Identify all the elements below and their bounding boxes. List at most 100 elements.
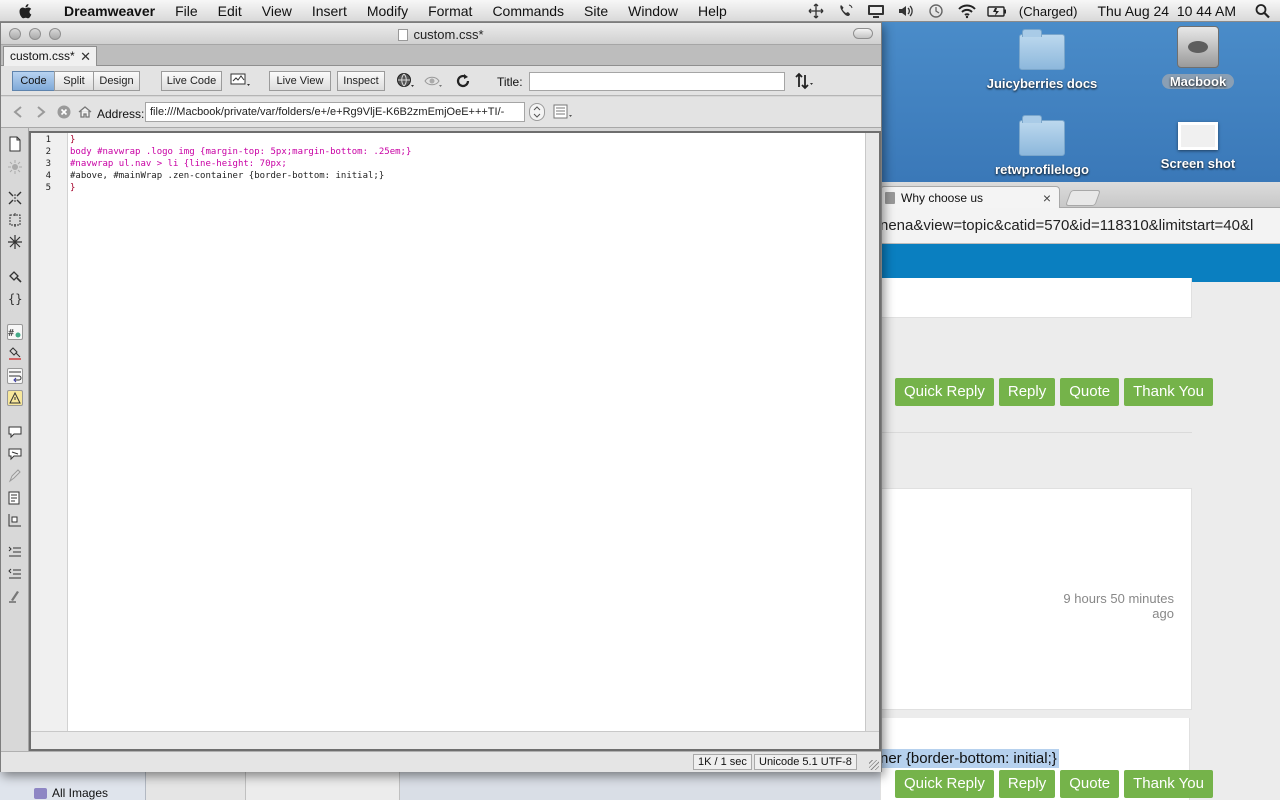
split-view-button[interactable]: Split bbox=[54, 71, 94, 91]
browser-url-bar[interactable]: nena&view=topic&catid=570&id=118310&limi… bbox=[880, 208, 1280, 244]
wifi-icon[interactable] bbox=[957, 3, 976, 19]
svg-text:#: # bbox=[8, 328, 14, 339]
indent-code-icon[interactable] bbox=[7, 544, 23, 560]
menu-insert[interactable]: Insert bbox=[302, 0, 357, 22]
reply-button[interactable]: Reply bbox=[998, 378, 1056, 406]
code-view-button[interactable]: Code bbox=[12, 71, 55, 91]
battery-status[interactable]: (Charged) bbox=[1019, 4, 1078, 19]
document-toolbar: Code Split Design Live Code Live View In… bbox=[1, 66, 881, 96]
menubar-clock[interactable]: Thu Aug 24 10 44 AM bbox=[1097, 3, 1236, 19]
address-input[interactable]: file:///Macbook/private/var/folders/e+/e… bbox=[145, 102, 525, 122]
menu-commands[interactable]: Commands bbox=[482, 0, 574, 22]
time-machine-icon[interactable] bbox=[927, 3, 945, 19]
thank-you-button[interactable]: Thank You bbox=[1124, 378, 1213, 406]
back-arrow-icon[interactable] bbox=[11, 104, 29, 122]
document-tab[interactable]: custom.css* ✕ bbox=[3, 46, 97, 66]
browser-tab[interactable]: Why choose us × bbox=[880, 186, 1060, 208]
menu-app-dreamweaver[interactable]: Dreamweaver bbox=[54, 0, 165, 22]
phone-icon[interactable] bbox=[837, 3, 855, 19]
close-tab-icon[interactable]: × bbox=[1043, 190, 1051, 206]
page-favicon-icon bbox=[885, 191, 895, 204]
wrap-tag-icon[interactable] bbox=[7, 468, 23, 484]
post-actions: Quick Reply Reply Quote Thank You bbox=[895, 770, 1213, 798]
recent-snippets-icon[interactable] bbox=[7, 490, 23, 506]
select-parent-tag-icon[interactable] bbox=[7, 268, 23, 284]
menu-modify[interactable]: Modify bbox=[357, 0, 418, 22]
collapse-selection-icon[interactable] bbox=[7, 212, 23, 228]
menu-site[interactable]: Site bbox=[574, 0, 618, 22]
volume-icon[interactable] bbox=[897, 3, 915, 19]
remove-comment-icon[interactable] bbox=[7, 446, 23, 462]
toolbar-toggle-button[interactable] bbox=[853, 28, 873, 39]
code-line[interactable]: } bbox=[70, 182, 75, 194]
apply-comment-icon[interactable] bbox=[7, 424, 23, 440]
desktop-icon-retwprofilelogo[interactable]: retwprofilelogo bbox=[982, 115, 1102, 177]
highlight-invalid-code-icon[interactable] bbox=[7, 346, 23, 362]
balance-braces-icon[interactable]: {} bbox=[7, 290, 23, 306]
quick-reply-button[interactable]: Quick Reply bbox=[895, 770, 994, 798]
word-wrap-icon[interactable] bbox=[7, 368, 23, 384]
close-document-icon[interactable]: ✕ bbox=[80, 47, 91, 66]
syntax-error-alerts-icon[interactable] bbox=[7, 390, 23, 406]
quote-button[interactable]: Quote bbox=[1060, 378, 1120, 406]
code-line[interactable]: #above, #mainWrap .zen-container {border… bbox=[70, 170, 384, 182]
live-code-button[interactable]: Live Code bbox=[161, 71, 222, 91]
spotlight-search-icon[interactable] bbox=[1254, 3, 1272, 19]
reply-button[interactable]: Reply bbox=[998, 770, 1056, 798]
resize-grip-icon[interactable] bbox=[869, 760, 879, 770]
menu-file[interactable]: File bbox=[165, 0, 208, 22]
new-tab-button[interactable] bbox=[1065, 190, 1101, 206]
menu-edit[interactable]: Edit bbox=[208, 0, 252, 22]
post-timestamp: 9 hours 50 minutes ago bbox=[1063, 591, 1174, 621]
thank-you-button[interactable]: Thank You bbox=[1124, 770, 1213, 798]
file-management-icon[interactable] bbox=[794, 72, 816, 90]
stop-icon[interactable] bbox=[56, 104, 74, 122]
quote-button[interactable]: Quote bbox=[1060, 770, 1120, 798]
desktop-icon-macbook[interactable]: Macbook bbox=[1138, 26, 1258, 89]
site-header-bar bbox=[880, 244, 1280, 282]
live-view-button[interactable]: Live View bbox=[269, 71, 331, 91]
code-line[interactable]: body #navwrap .logo img {margin-top: 5px… bbox=[70, 146, 411, 158]
forward-arrow-icon[interactable] bbox=[32, 104, 50, 122]
address-history-stepper[interactable] bbox=[529, 103, 545, 121]
multiscreen-icon[interactable] bbox=[230, 72, 252, 90]
sidebar-item-all-images[interactable]: All Images bbox=[34, 786, 108, 800]
vertical-scrollbar[interactable] bbox=[865, 133, 879, 731]
post-divider bbox=[880, 432, 1192, 433]
inspect-button[interactable]: Inspect bbox=[337, 71, 385, 91]
horizontal-scrollbar[interactable] bbox=[31, 731, 879, 749]
window-titlebar[interactable]: custom.css* bbox=[1, 23, 881, 45]
expand-all-icon[interactable] bbox=[7, 234, 23, 250]
refresh-icon[interactable] bbox=[454, 72, 472, 90]
battery-icon[interactable] bbox=[987, 3, 1007, 19]
preview-browser-globe-icon[interactable] bbox=[396, 72, 414, 90]
design-view-button[interactable]: Design bbox=[93, 71, 140, 91]
apple-menu-icon[interactable] bbox=[18, 3, 38, 19]
visual-aids-icon[interactable] bbox=[424, 72, 442, 90]
outdent-code-icon[interactable] bbox=[7, 566, 23, 582]
encoding-status[interactable]: Unicode 5.1 UTF-8 bbox=[754, 754, 857, 770]
code-line[interactable]: } bbox=[70, 134, 75, 146]
menu-window[interactable]: Window bbox=[618, 0, 688, 22]
bluetooth-move-icon[interactable] bbox=[807, 3, 825, 19]
browser-url-text[interactable]: nena&view=topic&catid=570&id=118310&limi… bbox=[880, 217, 1253, 234]
line-numbers-icon[interactable]: # bbox=[7, 324, 23, 340]
open-documents-icon[interactable] bbox=[7, 136, 23, 152]
desktop-icon-screen-shot[interactable]: Screen shot bbox=[1138, 122, 1258, 171]
browser-navigation-options-icon[interactable] bbox=[553, 104, 575, 122]
quick-reply-button[interactable]: Quick Reply bbox=[895, 378, 994, 406]
title-input[interactable] bbox=[529, 72, 785, 91]
menu-view[interactable]: View bbox=[252, 0, 302, 22]
home-icon[interactable] bbox=[77, 104, 95, 122]
code-editor[interactable]: 1 2 3 4 5 } body #navwrap .logo img {mar… bbox=[29, 131, 881, 751]
display-icon[interactable] bbox=[867, 3, 885, 19]
menu-help[interactable]: Help bbox=[688, 0, 737, 22]
selected-text[interactable]: ner {border-bottom: initial;} bbox=[880, 749, 1059, 768]
move-css-icon[interactable] bbox=[7, 512, 23, 528]
show-code-navigator-icon[interactable] bbox=[7, 159, 23, 175]
code-line[interactable]: #navwrap ul.nav > li {line-height: 70px; bbox=[70, 158, 287, 170]
format-source-code-icon[interactable] bbox=[7, 588, 23, 604]
collapse-full-tag-icon[interactable] bbox=[7, 190, 23, 206]
menu-format[interactable]: Format bbox=[418, 0, 482, 22]
desktop-icon-juicyberries-docs[interactable]: Juicyberries docs bbox=[982, 29, 1102, 91]
